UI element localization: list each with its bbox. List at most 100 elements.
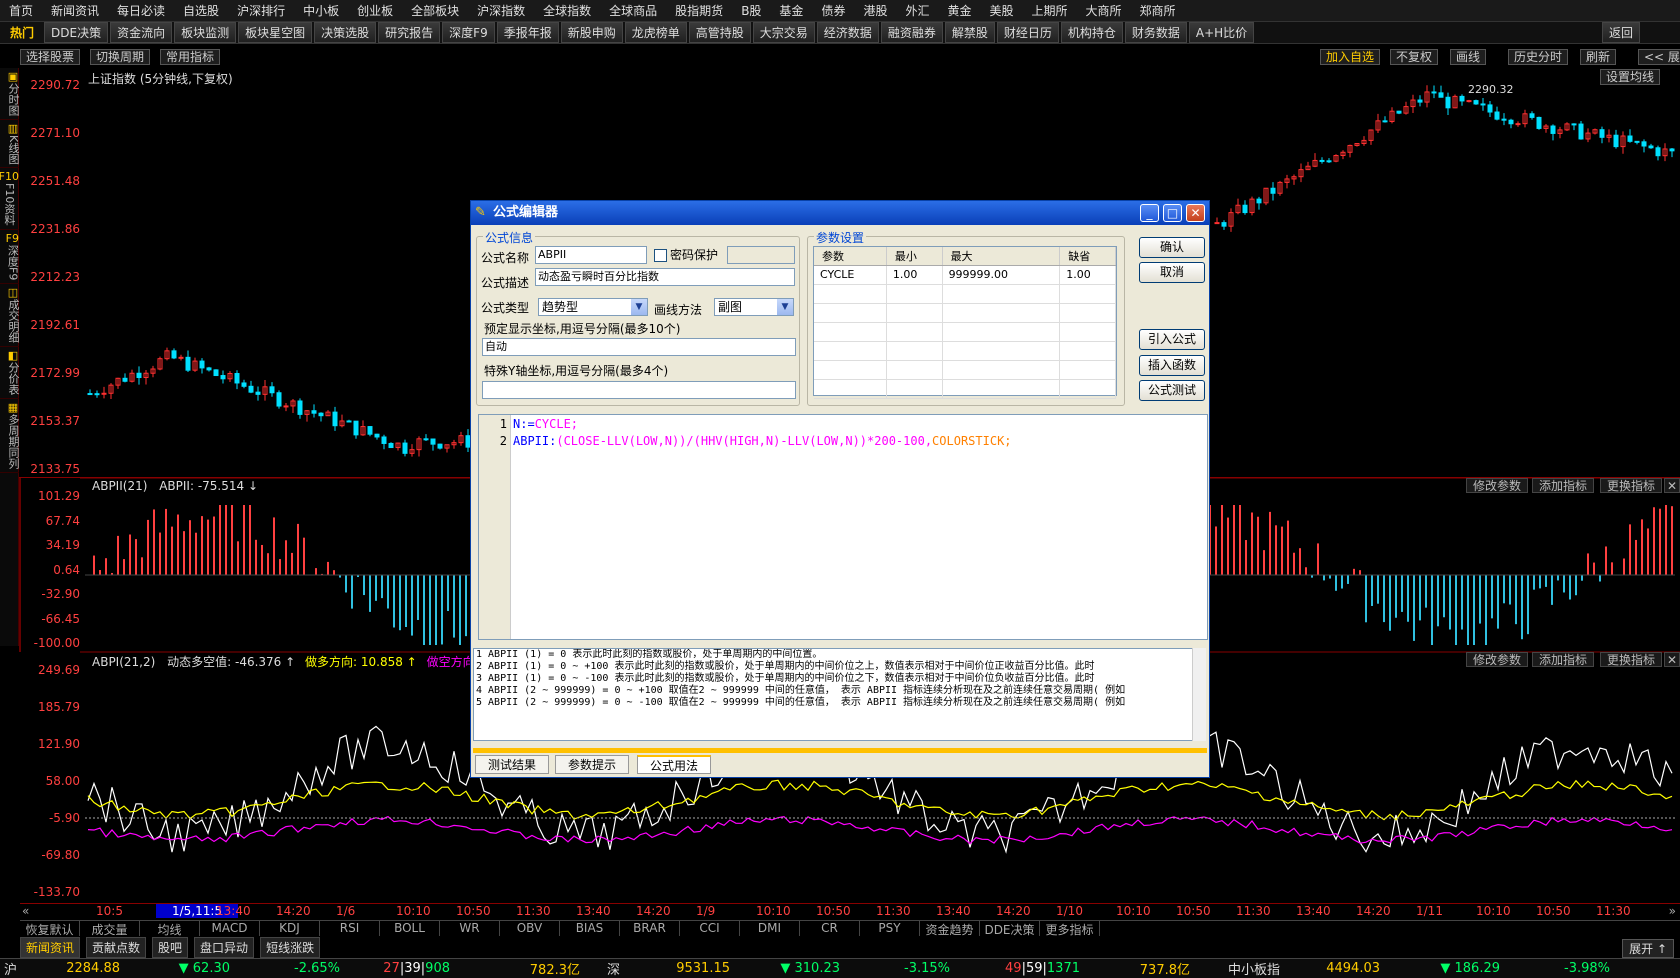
dialog-title: 公式编辑器 <box>493 205 559 220</box>
help-line: 3 ABPII (1) = 0 ~ -100 表示此时此刻的指数或股价，处于单周… <box>476 673 1095 684</box>
param-cell[interactable] <box>886 341 943 361</box>
news-tab[interactable]: 股吧 <box>152 936 189 958</box>
news-tab[interactable]: 盘口异动 <box>194 936 255 958</box>
dialog-tab[interactable]: 测试结果 <box>475 755 550 774</box>
news-tab[interactable]: 贡献点数 <box>86 936 147 958</box>
param-cell[interactable] <box>1059 379 1116 399</box>
param-cell[interactable] <box>942 379 1061 399</box>
param-table[interactable]: 参数 最小 最大 缺省 CYCLE 1.00 999999.00 1.00 <box>813 246 1117 399</box>
indicator-tab[interactable]: KDJ <box>260 921 320 936</box>
param-cell[interactable] <box>814 379 887 399</box>
test-formula-button[interactable]: 公式测试 <box>1139 380 1205 401</box>
indicator-tab[interactable]: BOLL <box>380 921 440 936</box>
param-cell[interactable] <box>886 303 943 323</box>
indicator-button[interactable]: 更换指标 <box>1600 478 1663 493</box>
indicator-tab[interactable]: PSY <box>860 921 920 936</box>
formula-name-input[interactable]: ABPII <box>535 246 647 264</box>
table-row[interactable] <box>814 360 1116 380</box>
param-cell[interactable]: 1.00 <box>886 265 943 285</box>
news-tab[interactable]: 新闻资讯 <box>20 936 81 958</box>
sh-percent: -2.65% <box>294 961 340 976</box>
dialog-titlebar[interactable]: ✎ 公式编辑器 <box>471 201 1209 225</box>
expand-button[interactable]: 展开 ↑ <box>1622 939 1674 958</box>
param-cell[interactable] <box>886 284 943 304</box>
param-cell[interactable] <box>814 322 887 342</box>
param-cell[interactable] <box>942 303 1061 323</box>
param-cell[interactable]: 999999.00 <box>942 265 1061 285</box>
param-cell[interactable] <box>814 341 887 361</box>
indicator-button[interactable]: 更换指标 <box>1600 652 1663 667</box>
indicator-tab[interactable]: WR <box>440 921 500 936</box>
param-cell[interactable] <box>942 322 1061 342</box>
param-cell[interactable] <box>814 360 887 380</box>
cancel-button[interactable]: 取消 <box>1139 262 1205 283</box>
indicator-tab[interactable]: CR <box>800 921 860 936</box>
candle-body <box>1529 113 1535 118</box>
param-cell[interactable] <box>942 360 1061 380</box>
scroll-left-icon[interactable]: « <box>22 904 29 918</box>
minimize-icon[interactable]: _ <box>1140 204 1159 222</box>
indicator-tab[interactable]: BIAS <box>560 921 620 936</box>
param-cell[interactable]: CYCLE <box>814 265 887 285</box>
indicator-tab[interactable]: 资金趋势 <box>920 921 980 937</box>
param-cell[interactable] <box>942 284 1061 304</box>
table-row[interactable] <box>814 322 1116 342</box>
help-scrollbar[interactable] <box>1192 648 1206 741</box>
dialog-tab[interactable]: 公式用法 <box>637 755 712 774</box>
param-cell[interactable] <box>814 303 887 323</box>
table-row[interactable] <box>814 341 1116 361</box>
indicator-button[interactable]: 添加指标 <box>1532 652 1595 667</box>
param-cell[interactable] <box>886 379 943 399</box>
indicator-button[interactable]: 修改参数 <box>1466 652 1529 667</box>
candle-body <box>1382 120 1388 123</box>
maximize-icon[interactable]: □ <box>1163 204 1182 222</box>
table-row[interactable] <box>814 303 1116 323</box>
confirm-button[interactable]: 确认 <box>1139 237 1205 258</box>
param-cell[interactable] <box>814 284 887 304</box>
close-icon[interactable]: ✕ <box>1664 652 1680 667</box>
password-input[interactable] <box>727 246 795 264</box>
indicator-tab[interactable]: 成交量 <box>80 921 140 937</box>
candle-body <box>178 356 184 359</box>
candle-body <box>122 377 128 382</box>
param-cell[interactable] <box>886 360 943 380</box>
param-cell[interactable] <box>1059 341 1116 361</box>
param-cell[interactable] <box>1059 303 1116 323</box>
news-tab[interactable]: 短线涨跌 <box>260 936 321 958</box>
code-editor[interactable]: 1 2 N:=CYCLE; ABPII:(CLOSE-LLV(LOW,N))/(… <box>478 414 1208 640</box>
coord-input[interactable]: 自动 <box>482 338 796 356</box>
indicator-tab[interactable]: 更多指标 <box>1040 921 1100 937</box>
draw-method-select[interactable]: 副图 ▼ <box>714 298 794 316</box>
param-cell[interactable] <box>1059 284 1116 304</box>
indicator-tab[interactable]: CCI <box>680 921 740 936</box>
insert-function-button[interactable]: 插入函数 <box>1139 355 1205 376</box>
scroll-right-icon[interactable]: » <box>1669 904 1676 918</box>
yaxis-input[interactable] <box>482 381 796 399</box>
import-formula-button[interactable]: 引入公式 <box>1139 329 1205 350</box>
param-cell[interactable] <box>886 322 943 342</box>
formula-desc-input[interactable]: 动态盈亏瞬时百分比指数 <box>535 268 795 286</box>
param-cell[interactable] <box>1059 322 1116 342</box>
news-row: 新闻资讯 贡献点数 股吧 盘口异动 短线涨跌 <box>20 936 1680 958</box>
param-cell[interactable]: 1.00 <box>1059 265 1116 285</box>
close-icon[interactable]: ✕ <box>1664 478 1680 493</box>
param-cell[interactable] <box>1059 360 1116 380</box>
indicator-tab[interactable]: BRAR <box>620 921 680 936</box>
indicator-tab[interactable]: DDE决策 <box>980 921 1040 937</box>
indicator-tab[interactable]: 均线 <box>140 921 200 937</box>
indicator-button[interactable]: 修改参数 <box>1466 478 1529 493</box>
indicator-tab[interactable]: DMI <box>740 921 800 936</box>
table-row[interactable] <box>814 284 1116 304</box>
formula-type-select[interactable]: 趋势型 ▼ <box>538 298 648 316</box>
dialog-tab[interactable]: 参数提示 <box>555 755 630 774</box>
indicator-tab[interactable]: 恢复默认 <box>20 921 80 937</box>
table-row[interactable]: CYCLE 1.00 999999.00 1.00 <box>814 265 1116 285</box>
table-row[interactable] <box>814 379 1116 399</box>
close-icon[interactable]: ✕ <box>1186 204 1205 222</box>
param-cell[interactable] <box>942 341 1061 361</box>
indicator-tab[interactable]: OBV <box>500 921 560 936</box>
indicator-tab[interactable]: MACD <box>200 921 260 936</box>
password-checkbox[interactable] <box>654 249 667 262</box>
indicator-tab[interactable]: RSI <box>320 921 380 936</box>
indicator-button[interactable]: 添加指标 <box>1532 478 1595 493</box>
